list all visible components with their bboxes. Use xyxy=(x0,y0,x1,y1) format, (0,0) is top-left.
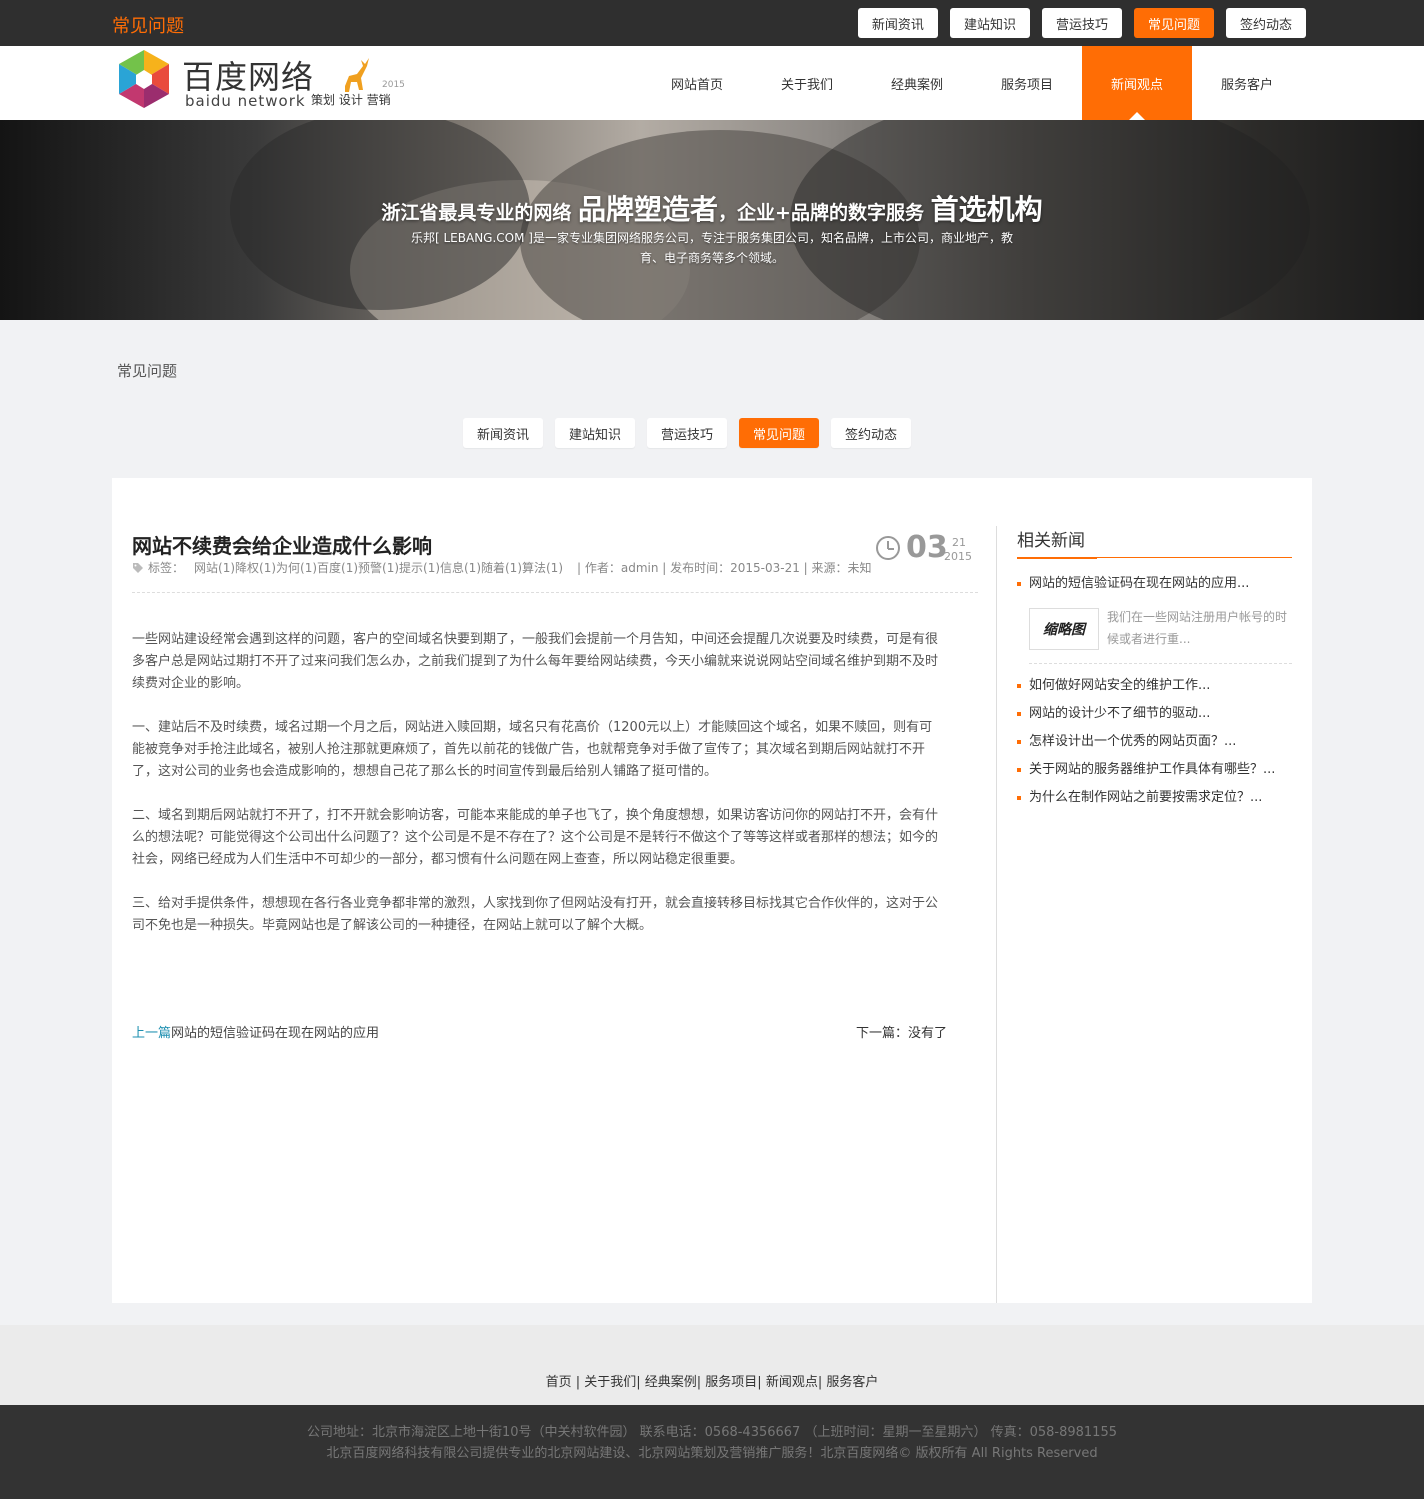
list-item[interactable]: 为什么在制作网站之前要按需求定位？... xyxy=(1017,784,1292,812)
page-title: 常见问题 xyxy=(112,16,184,37)
article-body: 一些网站建设经常会遇到这样的问题，客户的空间域名快要到期了，一般我们会提前一个月… xyxy=(132,629,944,959)
top-tabs: 新闻资讯 建站知识 营运技巧 常见问题 签约动态 xyxy=(857,8,1306,38)
logo-hexagon-icon xyxy=(119,50,169,108)
breadcrumb: 常见问题 xyxy=(117,362,178,380)
banner-headline-emphasis2: 首选机构 xyxy=(930,193,1043,226)
date-month: 21 xyxy=(952,536,966,549)
nav-news[interactable]: 新闻观点 xyxy=(1082,46,1192,120)
sidebar-heading: 相关新闻 xyxy=(1017,526,1292,559)
banner-headline-emphasis1: 品牌塑造者 xyxy=(578,193,719,226)
footer-contact: 公司地址：北京市海淀区上地十街10号（中关村软件园） 联系电话：0568-435… xyxy=(306,1425,1117,1440)
banner-headline-part1: 浙江省最具专业的网络 xyxy=(381,202,579,224)
main-nav: 网站首页 关于我们 经典案例 服务项目 新闻观点 服务客户 xyxy=(642,46,1302,120)
top-tab-news[interactable]: 新闻资讯 xyxy=(857,8,938,38)
tab-operations[interactable]: 营运技巧 xyxy=(647,418,727,448)
tag-icon xyxy=(133,562,143,573)
top-tab-contracts[interactable]: 签约动态 xyxy=(1225,8,1306,38)
category-tabs: 新闻资讯 建站知识 营运技巧 常见问题 签约动态 xyxy=(463,418,911,448)
nav-services[interactable]: 服务项目 xyxy=(972,46,1082,120)
footer-copyright: 北京百度网络科技有限公司提供专业的北京网站建设、北京网站策划及营销推广服务！北京… xyxy=(326,1446,1098,1461)
clock-icon xyxy=(876,536,900,560)
header: 百度网络 baidu network 2015 策划 设计 营销 网站首页 关于… xyxy=(0,46,1424,120)
next-article: 下一篇：没有了 xyxy=(856,1026,948,1041)
deer-icon xyxy=(345,58,369,92)
list-item[interactable]: 网站的短信验证码在现在网站的应用... xyxy=(1017,570,1292,598)
top-tab-operations[interactable]: 营运技巧 xyxy=(1041,8,1122,38)
footer-nav: 首页 | 关于我们| 经典案例| 服务项目| 新闻观点| 服务客户 xyxy=(0,1325,1424,1405)
list-item[interactable]: 关于网站的服务器维护工作具体有哪些？... xyxy=(1017,756,1292,784)
banner-headline-part2: ，企业+品牌的数字服务 xyxy=(718,202,931,224)
related-news-sidebar: 相关新闻 网站的短信验证码在现在网站的应用... 缩略图 我们在一些网站注册用户… xyxy=(1017,526,1292,812)
top-bar: 常见问题 新闻资讯 建站知识 营运技巧 常见问题 签约动态 xyxy=(0,0,1424,46)
prev-title[interactable]: 网站的短信验证码在现在网站的应用 xyxy=(171,1026,379,1041)
nav-cases[interactable]: 经典案例 xyxy=(862,46,972,120)
banner-description: 乐邦[ LEBANG.COM ]是一家专业集团网络服务公司，专注于服务集团公司，… xyxy=(411,231,1013,265)
article-meta: 标签： 网站(1)降权(1)为何(1)百度(1)预警(1)提示(1)信息(1)随… xyxy=(132,559,872,576)
thumbnail[interactable]: 缩略图 xyxy=(1029,608,1099,650)
tab-news[interactable]: 新闻资讯 xyxy=(463,418,543,448)
footer: 公司地址：北京市海淀区上地十街10号（中关村软件园） 联系电话：0568-435… xyxy=(0,1405,1424,1499)
nav-clients[interactable]: 服务客户 xyxy=(1192,46,1302,120)
tab-faq[interactable]: 常见问题 xyxy=(739,418,819,448)
date-day: 03 xyxy=(906,530,948,565)
footer-links[interactable]: 首页 | 关于我们| 经典案例| 服务项目| 新闻观点| 服务客户 xyxy=(0,1371,1424,1390)
tab-contracts[interactable]: 签约动态 xyxy=(831,418,911,448)
banner-headline: 浙江省最具专业的网络 品牌塑造者，企业+品牌的数字服务 首选机构 xyxy=(0,188,1424,228)
paragraph: 一些网站建设经常会遇到这样的问题，客户的空间域名快要到期了，一般我们会提前一个月… xyxy=(132,632,939,691)
list-item[interactable]: 怎样设计出一个优秀的网站页面？... xyxy=(1017,728,1292,756)
article-title: 网站不续费会给企业造成什么影响 xyxy=(132,534,432,558)
nav-about[interactable]: 关于我们 xyxy=(752,46,862,120)
sidebar-divider xyxy=(996,526,997,1303)
related-list-more: 如何做好网站安全的维护工作... 网站的设计少不了细节的驱动... 怎样设计出一… xyxy=(1017,672,1292,812)
divider xyxy=(132,592,978,593)
related-list: 网站的短信验证码在现在网站的应用... xyxy=(1017,570,1292,598)
article-tags[interactable]: 网站(1)降权(1)为何(1)百度(1)预警(1)提示(1)信息(1)随着(1)… xyxy=(194,559,563,576)
article-byline: | 作者：admin | 发布时间：2015-03-21 | 来源：未知 xyxy=(577,561,872,575)
prev-label[interactable]: 上一篇 xyxy=(132,1026,171,1041)
list-item[interactable]: 网站的设计少不了细节的驱动... xyxy=(1017,700,1292,728)
tab-knowledge[interactable]: 建站知识 xyxy=(555,418,635,448)
content-panel: 网站不续费会给企业造成什么影响 标签： 网站(1)降权(1)为何(1)百度(1)… xyxy=(112,478,1312,1303)
logo-slogan: 策划 设计 营销 xyxy=(311,93,391,107)
tags-label: 标签： xyxy=(148,561,185,575)
hero-banner: 浙江省最具专业的网络 品牌塑造者，企业+品牌的数字服务 首选机构 乐邦[ LEB… xyxy=(0,120,1424,320)
date-year: 2015 xyxy=(944,550,972,563)
prev-article-link[interactable]: 上一篇网站的短信验证码在现在网站的应用 xyxy=(132,1022,379,1041)
featured-desc: 我们在一些网站注册用户帐号的时候或者进行重... xyxy=(1107,610,1288,646)
paragraph: 二、域名到期后网站就打不开了，打不开就会影响访客，可能本来能成的单子也飞了，换个… xyxy=(132,808,939,867)
featured-news[interactable]: 缩略图 我们在一些网站注册用户帐号的时候或者进行重... xyxy=(1029,604,1292,664)
article-date: 03 21 2015 xyxy=(876,530,976,568)
logo-name-en: baidu network xyxy=(185,92,306,110)
logo[interactable]: 百度网络 baidu network 2015 策划 设计 营销 xyxy=(114,48,414,118)
paragraph: 三、给对手提供条件，想想现在各行各业竞争都非常的激烈，人家找到你了但网站没有打开… xyxy=(132,896,939,933)
top-tab-knowledge[interactable]: 建站知识 xyxy=(949,8,1030,38)
paragraph: 一、建站后不及时续费，域名过期一个月之后，网站进入赎回期，域名只有花高价（120… xyxy=(132,720,933,779)
logo-year: 2015 xyxy=(382,80,405,90)
top-tab-faq[interactable]: 常见问题 xyxy=(1133,8,1214,38)
list-item[interactable]: 如何做好网站安全的维护工作... xyxy=(1017,672,1292,700)
nav-home[interactable]: 网站首页 xyxy=(642,46,752,120)
